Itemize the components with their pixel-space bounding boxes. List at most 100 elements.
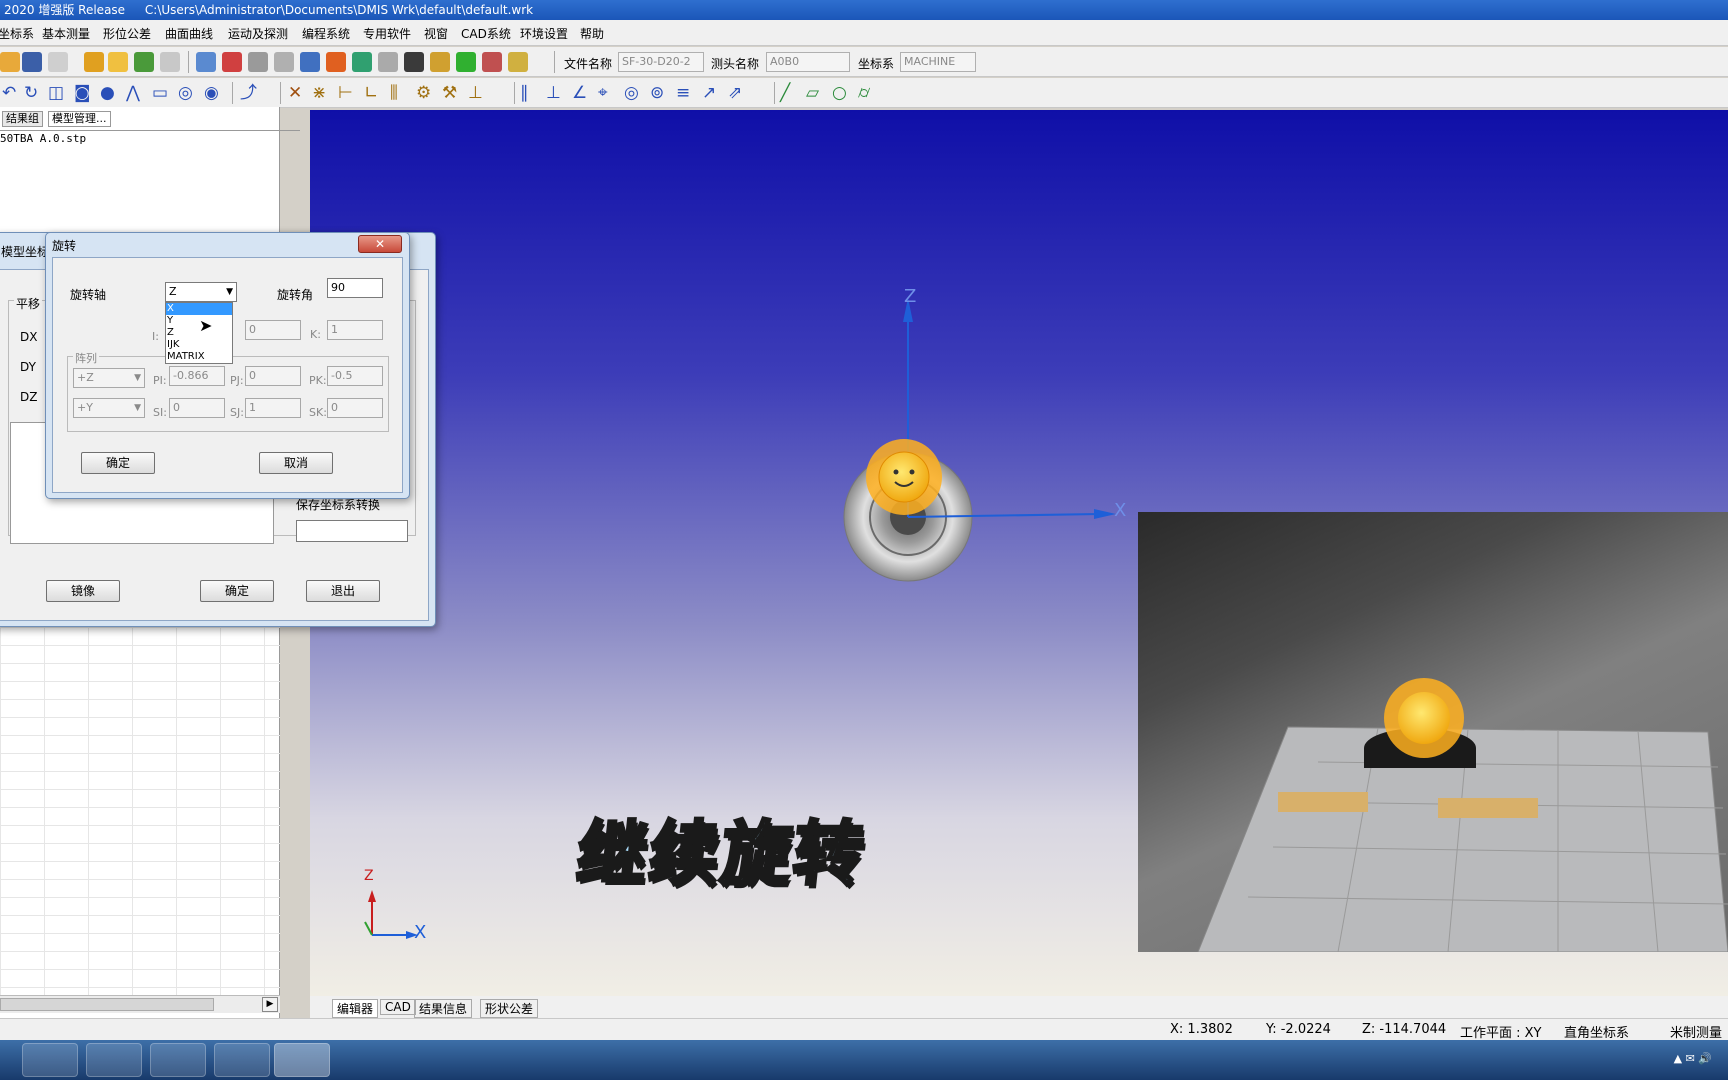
coaxiality-icon[interactable]: ⊚ — [650, 84, 664, 102]
intersect-icon[interactable]: ⋇ — [312, 84, 326, 102]
datum-icon[interactable]: ⊥ — [468, 84, 483, 102]
tab-editor[interactable]: 编辑器 — [332, 999, 379, 1018]
menu-programming[interactable]: 编程系统 — [302, 25, 350, 42]
cross-icon[interactable]: ✕ — [288, 84, 302, 102]
dmis-app-icon[interactable] — [274, 1043, 330, 1077]
circle-arc-icon[interactable]: ↻ — [24, 84, 38, 102]
slot-icon[interactable]: ◫ — [48, 84, 64, 102]
k-input[interactable]: 1 — [327, 320, 383, 340]
concentricity-icon[interactable]: ◎ — [624, 84, 639, 102]
curve-icon[interactable]: ⤴ — [240, 84, 257, 102]
menu-cad-system[interactable]: CAD系统 — [461, 25, 511, 42]
menu-gdt[interactable]: 形位公差 — [103, 25, 151, 42]
menu-help[interactable]: 帮助 — [580, 25, 604, 42]
si-input[interactable]: 0 — [169, 398, 225, 418]
mirror-button[interactable]: 镜像 — [46, 580, 120, 602]
sphere-icon[interactable]: ● — [100, 84, 115, 102]
rotation-angle-input[interactable]: 90 — [327, 278, 383, 298]
angularity-icon[interactable]: ∠ — [572, 84, 587, 102]
model-file-item[interactable]: 50TBA A.0.stp — [0, 132, 86, 145]
flatness-icon[interactable]: ▱ — [806, 84, 819, 102]
pk-input[interactable]: -0.5 — [327, 366, 383, 386]
app-tools-icon[interactable] — [86, 1043, 142, 1077]
rotation-axis-select[interactable]: Z ▼ — [165, 282, 237, 302]
plane-icon[interactable]: ▭ — [152, 84, 168, 102]
menu-window[interactable]: 视窗 — [424, 25, 448, 42]
dropdown-option-ijk[interactable]: IJK — [166, 339, 232, 351]
lock-icon[interactable] — [84, 52, 104, 72]
move-icon[interactable] — [196, 52, 216, 72]
tab-model-manager[interactable]: 模型管理... — [48, 111, 111, 127]
circularity-icon[interactable]: ○ — [832, 84, 847, 102]
straightness-icon[interactable]: ╱ — [780, 84, 790, 102]
sk-input[interactable]: 0 — [327, 398, 383, 418]
torus-icon[interactable]: ◎ — [178, 84, 193, 102]
layers-icon[interactable] — [352, 52, 372, 72]
symmetry-icon[interactable]: ⫼ — [390, 84, 398, 102]
probe-name-field[interactable]: A0B0 — [766, 52, 850, 72]
chevron-down-icon[interactable]: ▼ — [134, 399, 141, 417]
runout-icon[interactable]: ↗ — [702, 84, 716, 102]
coord-system-field[interactable]: MACHINE — [900, 52, 976, 72]
home-icon[interactable] — [326, 52, 346, 72]
menu-environment[interactable]: 环境设置 — [520, 25, 568, 42]
grid-icon[interactable] — [508, 52, 528, 72]
file-name-field[interactable]: SF-30-D20-2 — [618, 52, 704, 72]
position-icon[interactable]: ⌖ — [598, 84, 608, 102]
ring-icon[interactable]: ◉ — [204, 84, 219, 102]
j-input[interactable]: 0 — [245, 320, 301, 340]
edit-icon[interactable] — [108, 52, 128, 72]
scrollbar-thumb[interactable] — [0, 998, 214, 1011]
arrows-icon[interactable] — [456, 52, 476, 72]
close-icon[interactable]: ✕ — [358, 235, 402, 253]
scroll-right-icon[interactable]: ▶ — [262, 997, 278, 1012]
chevron-down-icon[interactable]: ▼ — [226, 283, 233, 301]
save-icon[interactable] — [22, 52, 42, 72]
tray-icons[interactable]: ▲ ✉ 🔊 — [1612, 1052, 1712, 1068]
menu-coordinate-system[interactable]: 坐标系 — [0, 25, 34, 42]
horizontal-scrollbar[interactable]: ▶ — [0, 995, 280, 1013]
rotate-ok-button[interactable]: 确定 — [81, 452, 155, 474]
menu-special-software[interactable]: 专用软件 — [363, 25, 411, 42]
add-icon[interactable] — [134, 52, 154, 72]
tab-shape-tolerance[interactable]: 形状公差 — [480, 999, 539, 1018]
menu-motion-probing[interactable]: 运动及探测 — [228, 25, 288, 42]
primary-axis-select[interactable]: +Z ▼ — [73, 368, 145, 388]
cylindricity-icon[interactable]: ⌭ — [858, 84, 870, 102]
manual-icon[interactable] — [482, 52, 502, 72]
dropdown-option-matrix[interactable]: MATRIX — [166, 351, 232, 363]
open-folder-icon[interactable] — [0, 52, 20, 72]
menu-surface-curve[interactable]: 曲面曲线 — [165, 25, 213, 42]
dropdown-option-x[interactable]: X — [166, 303, 232, 315]
load-icon[interactable] — [222, 52, 242, 72]
probe-tip-icon[interactable] — [404, 52, 424, 72]
construct-icon[interactable]: ⚒ — [442, 84, 457, 102]
copy-icon[interactable] — [48, 52, 68, 72]
angle-icon[interactable]: ∟ — [364, 84, 378, 102]
cad-viewport[interactable]: Z X Z X 继续旋转 — [310, 110, 1728, 996]
probe-icon[interactable] — [160, 52, 180, 72]
secondary-axis-select[interactable]: +Y ▼ — [73, 398, 145, 418]
pattern-icon[interactable]: ⚙ — [416, 84, 431, 102]
menu-basic-measure[interactable]: 基本测量 — [42, 25, 90, 42]
save-transform-field[interactable] — [296, 520, 408, 542]
chevron-down-icon[interactable]: ▼ — [134, 369, 141, 387]
gear-icon[interactable] — [248, 52, 268, 72]
exit-button[interactable]: 退出 — [306, 580, 380, 602]
tab-result-group[interactable]: 结果组 — [2, 111, 43, 127]
arc-icon[interactable]: ↶ — [2, 84, 16, 102]
total-runout-icon[interactable]: ⇗ — [728, 84, 742, 102]
cylinder-icon[interactable]: ◙ — [74, 84, 91, 102]
perpendicular-icon[interactable]: ⊥ — [546, 84, 561, 102]
rotate-cancel-button[interactable]: 取消 — [259, 452, 333, 474]
model-ok-button[interactable]: 确定 — [200, 580, 274, 602]
tab-result-info[interactable]: 结果信息 — [414, 999, 473, 1018]
tab-cad[interactable]: CAD — [380, 999, 416, 1015]
pi-input[interactable]: -0.866 — [169, 366, 225, 386]
file-explorer-icon[interactable] — [22, 1043, 78, 1077]
wand-icon[interactable] — [378, 52, 398, 72]
print-icon[interactable] — [274, 52, 294, 72]
powerpoint-icon[interactable] — [150, 1043, 206, 1077]
pj-input[interactable]: 0 — [245, 366, 301, 386]
sj-input[interactable]: 1 — [245, 398, 301, 418]
